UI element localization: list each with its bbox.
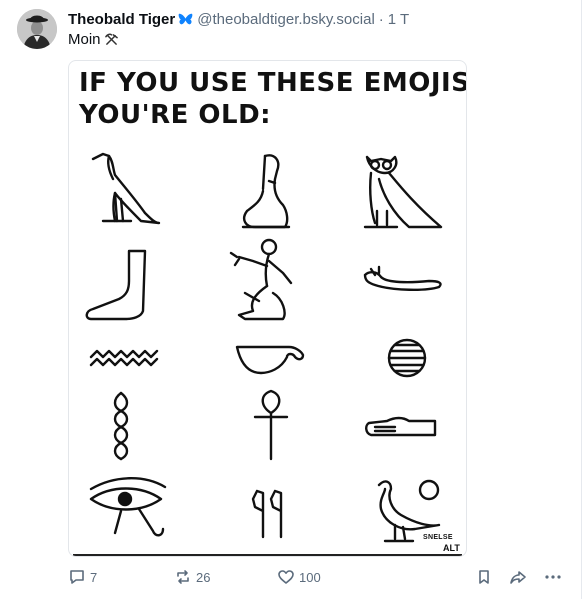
foot-hieroglyph-icon [85,249,147,321]
reply-button[interactable]: 7 [68,568,97,586]
reply-icon [70,570,84,584]
repost-icon [177,570,189,584]
bookmark-icon [479,570,489,584]
repost-count: 26 [196,569,211,585]
avatar[interactable] [17,9,57,49]
post-timestamp[interactable]: 1 T [388,11,409,28]
double-reed-hieroglyph-icon [251,489,283,539]
share-icon [510,571,526,584]
separator-dot: · [378,10,384,28]
eye-of-horus-hieroglyph-icon [89,477,167,537]
post-actions: 7 26 100 [68,566,568,590]
heart-icon [278,570,294,584]
seated-man-hieroglyph-icon [229,238,293,321]
share-button[interactable] [509,568,527,586]
more-options-button[interactable] [544,568,562,586]
artist-signature: SNELSE [423,534,453,541]
butterfly-icon [178,13,193,24]
reply-count: 7 [90,569,98,585]
repost-button[interactable]: 26 [174,568,210,586]
post-text: Moin [68,31,118,48]
vulture-hieroglyph-icon [91,152,161,225]
hammer-and-pick-icon [104,33,118,45]
horned-viper-hieroglyph-icon [363,265,442,291]
bookmark-button[interactable] [475,568,493,586]
post-header: Theobald Tiger @theobaldtiger.bsky.socia… [68,9,409,29]
basket-hieroglyph-icon [235,345,305,375]
water-hieroglyph-icon [89,349,159,367]
post-card[interactable]: Theobald Tiger @theobaldtiger.bsky.socia… [0,0,582,599]
owl-hieroglyph-icon [363,155,443,229]
like-count: 100 [299,569,321,585]
hand-hieroglyph-icon [365,416,437,437]
goose-and-sun-hieroglyph-icon [377,479,441,543]
post-image[interactable]: IF YOU USE THESE EMOJIS YOU'RE OLD: SNEL… [68,60,467,557]
alt-badge[interactable]: ALT [440,542,463,554]
post-text-content: Moin [68,31,101,48]
seated-woman-hieroglyph-icon [241,154,291,229]
ellipsis-icon [545,575,561,579]
ankh-hieroglyph-icon [253,389,289,461]
author-handle[interactable]: @theobaldtiger.bsky.social [197,11,375,28]
hieroglyph-grid [85,152,443,543]
author-name[interactable]: Theobald Tiger [68,11,175,28]
placenta-hieroglyph-icon [387,338,427,378]
like-button[interactable]: 100 [277,568,321,586]
twisted-flax-hieroglyph-icon [113,391,129,461]
image-bottom-rule [73,554,462,556]
